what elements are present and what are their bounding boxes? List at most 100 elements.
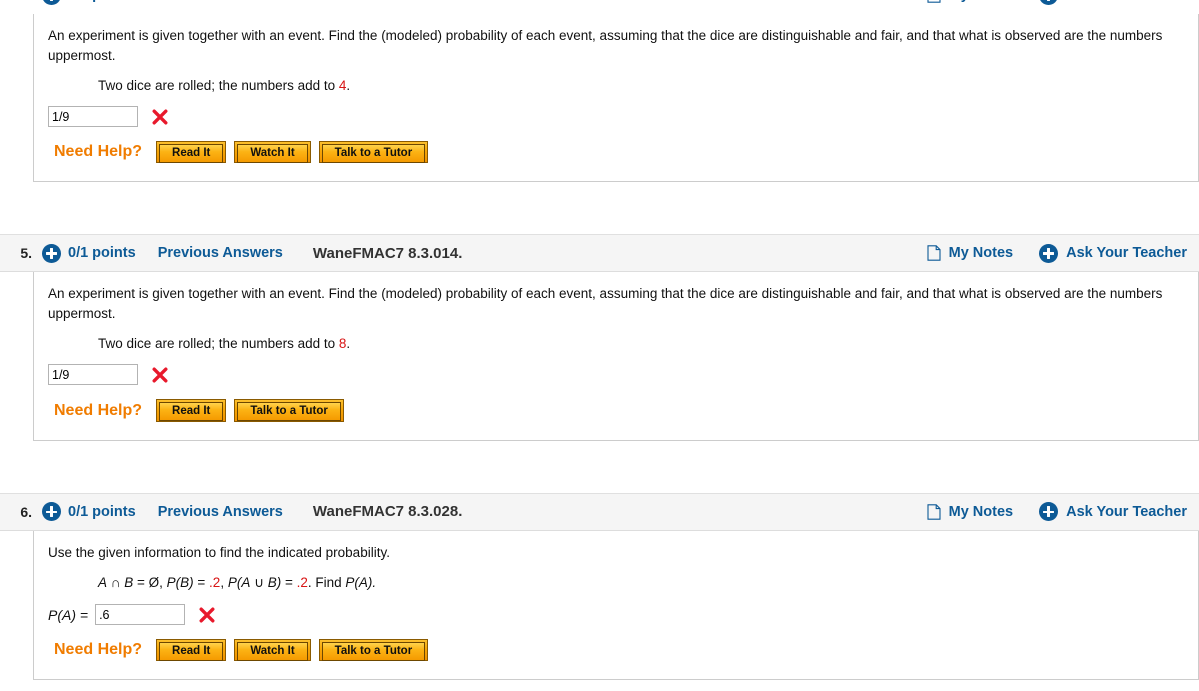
question-card-5: An experiment is given together with an … — [33, 272, 1199, 441]
plus-circle-icon — [1039, 502, 1059, 522]
math-set-a: A — [98, 575, 108, 591]
scenario-suffix: . — [346, 78, 351, 94]
math-empty-set: = Ø, — [133, 575, 167, 591]
answer-row — [48, 106, 1184, 128]
plus-circle-icon[interactable] — [42, 0, 61, 5]
talk-to-a-tutor-label: Talk to a Tutor — [237, 402, 341, 422]
read-it-label: Read It — [159, 144, 224, 164]
question-separator — [0, 440, 1199, 493]
need-help-row: Need Help? Read It Watch It Talk to a Tu… — [54, 141, 1184, 164]
incorrect-x-icon — [152, 367, 168, 383]
question-card-6: Use the given information to find the in… — [33, 530, 1199, 681]
math-equals-2: = — [281, 575, 297, 591]
previous-answers-link[interactable]: Previous Answers — [158, 0, 283, 3]
question-body-wrap-4: An experiment is given together with an … — [0, 14, 1199, 183]
read-it-label: Read It — [159, 402, 224, 422]
need-help-row: Need Help? Read It Watch It Talk to a Tu… — [54, 639, 1184, 662]
plus-circle-icon[interactable] — [42, 502, 61, 522]
points-label: 0/1 points — [68, 0, 136, 3]
math-arg-b-close: B) — [267, 575, 282, 591]
previous-answers-link[interactable]: Previous Answers — [158, 245, 283, 261]
question-number: 6. — [20, 503, 32, 520]
points-label: 0/1 points — [68, 503, 136, 520]
answer-label: P(A) = — [48, 606, 89, 623]
talk-to-a-tutor-button[interactable]: Talk to a Tutor — [318, 141, 429, 164]
math-arg-b: (B) — [175, 575, 194, 591]
question-prompt: An experiment is given together with an … — [48, 286, 1163, 321]
question-body-wrap-5: An experiment is given together with an … — [0, 272, 1199, 441]
ask-your-teacher-label: Ask Your Teacher — [1066, 245, 1187, 262]
question-header-5: 5. 0/1 points Previous Answers WaneFMAC7… — [0, 234, 1199, 273]
ask-your-teacher-label: Ask Your Teacher — [1066, 503, 1187, 520]
question-header-left-6: 6. 0/1 points Previous Answers WaneFMAC7… — [8, 502, 927, 522]
math-arg-a-union: (A — [236, 575, 251, 591]
math-set-b: B — [124, 575, 134, 591]
ask-your-teacher-label: Ask Your Teacher — [1066, 0, 1187, 3]
question-prompt: An experiment is given together with an … — [48, 28, 1163, 63]
read-it-button[interactable]: Read It — [156, 639, 227, 662]
math-value-1: .2 — [209, 575, 221, 591]
question-header-right-6: My Notes Ask Your Teacher — [927, 502, 1187, 522]
math-find-text: . Find — [307, 575, 346, 591]
need-help-label: Need Help? — [54, 143, 143, 161]
answer-input[interactable] — [48, 364, 138, 386]
question-scenario: Two dice are rolled; the numbers add to … — [98, 78, 1184, 93]
my-notes-link[interactable]: My Notes — [927, 245, 1013, 261]
math-p-symbol: P — [166, 575, 176, 591]
note-page-icon — [927, 0, 941, 3]
note-page-icon — [927, 503, 941, 520]
clipped-header-content: 4. 0/1 points Previous Answers WaneFMAC7… — [0, 0, 1199, 14]
watch-it-label: Watch It — [237, 144, 308, 164]
watch-it-button[interactable]: Watch It — [234, 141, 311, 164]
math-intersect-op: ∩ — [107, 575, 125, 591]
read-it-button[interactable]: Read It — [156, 399, 227, 422]
my-notes-link[interactable]: My Notes — [927, 504, 1013, 520]
scenario-suffix: . — [346, 336, 351, 352]
talk-to-a-tutor-button[interactable]: Talk to a Tutor — [234, 399, 344, 422]
question-body-wrap-6: Use the given information to find the in… — [0, 530, 1199, 681]
ask-your-teacher-link[interactable]: Ask Your Teacher — [1039, 243, 1187, 263]
need-help-label: Need Help? — [54, 641, 143, 659]
ask-your-teacher-link[interactable]: Ask Your Teacher — [1039, 502, 1187, 522]
question-separator — [0, 182, 1199, 235]
read-it-label: Read It — [159, 642, 224, 662]
previous-answers-link[interactable]: Previous Answers — [158, 504, 283, 520]
my-notes-label: My Notes — [949, 0, 1013, 3]
math-union-op: ∪ — [250, 575, 268, 591]
plus-circle-icon[interactable] — [42, 243, 61, 263]
my-notes-label: My Notes — [948, 245, 1014, 262]
answer-row: P(A) = — [48, 604, 1184, 626]
question-prompt: Use the given information to find the in… — [48, 544, 390, 560]
clipped-question-header-row: 4. 0/1 points Previous Answers WaneFMAC7… — [0, 0, 1199, 14]
watch-it-button[interactable]: Watch It — [234, 639, 311, 662]
textbook-reference: WaneFMAC7 8.3.013. — [313, 0, 463, 4]
question-card-4: An experiment is given together with an … — [33, 14, 1199, 183]
math-arg-a: (A). — [354, 575, 377, 591]
textbook-reference: WaneFMAC7 8.3.014. — [312, 244, 463, 262]
need-help-row: Need Help? Read It Talk to a Tutor — [54, 399, 1184, 422]
answer-row — [48, 364, 1184, 386]
clipped-header-left: 4. 0/1 points Previous Answers WaneFMAC7… — [8, 0, 927, 5]
answer-input[interactable] — [48, 106, 138, 128]
math-value-2: .2 — [296, 575, 308, 591]
talk-to-a-tutor-label: Talk to a Tutor — [321, 642, 426, 662]
question-header-right-5: My Notes Ask Your Teacher — [927, 243, 1187, 263]
question-number: 5. — [20, 245, 32, 262]
math-p-symbol-2: P — [227, 575, 237, 591]
math-comma: , — [220, 575, 228, 591]
watch-it-label: Watch It — [237, 642, 308, 662]
points-label: 0/1 points — [68, 245, 136, 262]
clipped-header-right: My Notes Ask Your Teacher — [927, 0, 1187, 5]
my-notes-link[interactable]: My Notes — [927, 0, 1013, 3]
ask-your-teacher-link[interactable]: Ask Your Teacher — [1039, 0, 1187, 5]
read-it-button[interactable]: Read It — [156, 141, 227, 164]
my-notes-label: My Notes — [948, 503, 1014, 520]
answer-input[interactable] — [95, 604, 186, 626]
talk-to-a-tutor-button[interactable]: Talk to a Tutor — [318, 639, 429, 662]
question-header-6: 6. 0/1 points Previous Answers WaneFMAC7… — [0, 492, 1199, 531]
talk-to-a-tutor-label: Talk to a Tutor — [321, 144, 426, 164]
question-number: 4. — [8, 0, 32, 3]
incorrect-x-icon — [152, 109, 168, 125]
note-page-icon — [927, 245, 941, 262]
need-help-label: Need Help? — [54, 401, 143, 419]
